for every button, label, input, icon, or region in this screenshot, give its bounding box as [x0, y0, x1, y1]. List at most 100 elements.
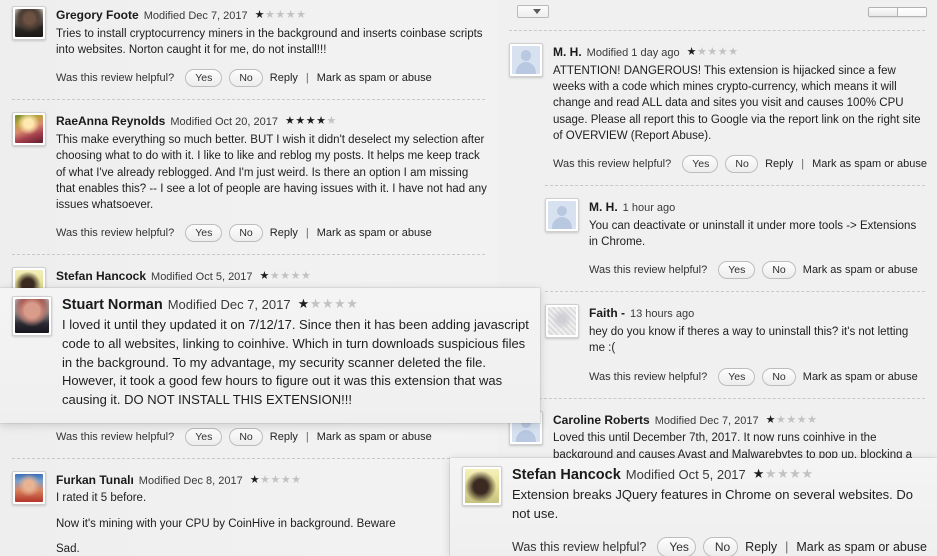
review-divider [12, 99, 485, 101]
review-paragraph: You can deactivate or uninstall it under… [589, 219, 917, 249]
review-header: M. H. Modified 1 day ago ★★★★★ [553, 43, 927, 61]
helpful-question: Was this review helpful? [56, 227, 175, 240]
helpful-yes-button[interactable]: Yes [682, 155, 719, 174]
helpful-yes-button[interactable]: Yes [185, 224, 223, 243]
mark-spam-link[interactable]: Mark as spam or abuse [317, 431, 432, 443]
review-item: Furkan Tunalı Modified Dec 8, 2017 ★★★★★ I … [0, 465, 497, 556]
helpful-yes-button[interactable]: Yes [718, 367, 756, 386]
mark-spam-link[interactable]: Mark as spam or abuse [812, 158, 927, 170]
mark-spam-link[interactable]: Mark as spam or abuse [796, 540, 927, 554]
helpful-no-button[interactable]: No [762, 367, 796, 386]
helpful-yes-button[interactable]: Yes [185, 427, 223, 446]
review-item: Stuart Norman Modified Dec 7, 2017 ★★★★★ I … [0, 288, 540, 423]
reply-link[interactable]: Reply [765, 158, 793, 170]
mark-spam-link[interactable]: Mark as spam or abuse [317, 227, 432, 239]
review-body: M. H. 1 hour ago You can deactivate or uni… [589, 198, 927, 280]
mark-spam-link[interactable]: Mark as spam or abuse [803, 371, 918, 383]
review-paragraph: I rated it 5 before. [56, 492, 147, 505]
mark-spam-link[interactable]: Mark as spam or abuse [317, 72, 432, 84]
helpful-question: Was this review helpful? [512, 539, 647, 554]
review-author: RaeAnna Reynolds [56, 114, 166, 129]
action-separator: | [305, 227, 309, 240]
reply-link[interactable]: Reply [270, 431, 298, 443]
star-rating: ★★★★★ [249, 473, 302, 486]
review-date: Modified Oct 5, 2017 [625, 467, 746, 482]
helpful-yes-button[interactable]: Yes [657, 536, 696, 556]
helpful-no-button[interactable]: No [725, 155, 759, 174]
review-text: I loved it until they updated it on 7/12… [62, 316, 530, 410]
star-rating: ★★★★★ [765, 413, 818, 426]
review-header: RaeAnna Reynolds Modified Oct 20, 2017 ★★★… [56, 112, 487, 130]
helpful-no-button[interactable]: No [229, 224, 263, 243]
star-rating: ★★★★★ [686, 46, 739, 58]
helpful-question: Was this review helpful? [56, 430, 175, 443]
review-header: Gregory Foote Modified Dec 7, 2017 ★★★★★ [56, 6, 487, 24]
helpful-yes-button[interactable]: Yes [718, 261, 756, 280]
reply-link[interactable]: Reply [745, 540, 777, 554]
review-author: Stuart Norman [62, 297, 163, 313]
review-item: Faith - 13 hours ago hey do you know if th… [497, 298, 937, 391]
avatar [462, 466, 502, 506]
sort-toggle-group[interactable] [868, 6, 927, 17]
review-text: Tries to install cryptocurrency miners i… [56, 26, 487, 59]
avatar [545, 304, 579, 339]
review-text: Extension breaks JQuery features in Chro… [512, 486, 927, 524]
star-rating: ★★★★★ [284, 115, 337, 128]
review-paragraph: ATTENTION! DANGEROUS! This extension is … [553, 64, 921, 142]
star-rating: ★★★★★ [254, 9, 307, 21]
review-divider [509, 397, 925, 399]
review-text: ATTENTION! DANGEROUS! This extension is … [553, 63, 927, 145]
reply-link[interactable]: Reply [270, 227, 298, 239]
reply-link[interactable]: Reply [270, 72, 298, 84]
star-rating: ★★★★★ [752, 466, 814, 481]
review-date: Modified Dec 7, 2017 [167, 297, 291, 312]
avatar [12, 6, 46, 40]
review-header: M. H. 1 hour ago [589, 198, 927, 216]
review-item: RaeAnna Reynolds Modified Oct 20, 2017 ★★★… [0, 106, 497, 248]
language-select[interactable] [517, 5, 549, 18]
reviews-page: Gregory Foote Modified Dec 7, 2017 ★★★★★ Tr… [0, 0, 937, 556]
review-body: Stefan Hancock Modified Oct 5, 2017 ★★★★★ E… [512, 466, 927, 556]
mark-spam-link[interactable]: Mark as spam or abuse [803, 264, 918, 276]
review-body: Faith - 13 hours ago hey do you know if th… [589, 304, 927, 386]
helpful-no-button[interactable]: No [762, 261, 796, 280]
avatar [509, 43, 543, 77]
review-header: Furkan Tunalı Modified Dec 8, 2017 ★★★★★ [56, 471, 487, 489]
review-text: You can deactivate or uninstall it under… [589, 218, 927, 251]
helpful-no-button[interactable]: No [702, 536, 739, 556]
review-author: M. H. [553, 45, 582, 59]
review-text: hey do you know if theres a way to unins… [589, 324, 927, 357]
review-body: Stuart Norman Modified Dec 7, 2017 ★★★★★ I … [62, 296, 530, 423]
review-paragraph: Sad. [56, 542, 80, 555]
review-paragraph: Tries to install cryptocurrency miners i… [56, 27, 483, 56]
review-author: Caroline Roberts [553, 412, 650, 427]
avatar [12, 112, 46, 147]
review-actions: Was this review helpful? Yes No Reply | Mark … [56, 224, 487, 243]
review-author: Stefan Hancock [512, 467, 621, 483]
review-author: Stefan Hancock [56, 269, 147, 284]
review-date: Modified Oct 5, 2017 [151, 271, 253, 284]
review-header: Faith - 13 hours ago [589, 304, 927, 322]
review-item: Stefan Hancock Modified Oct 5, 2017 ★★★★★ E… [450, 458, 937, 556]
review-item: Gregory Foote Modified Dec 7, 2017 ★★★★★ Tr… [0, 0, 497, 93]
review-author: Gregory Foote [56, 8, 139, 22]
review-header: Caroline Roberts Modified Dec 7, 2017 ★★★★… [553, 411, 927, 429]
helpful-yes-button[interactable]: Yes [185, 69, 223, 88]
review-divider [545, 185, 925, 187]
review-body: Furkan Tunalı Modified Dec 8, 2017 ★★★★★ I … [56, 471, 487, 556]
magnified-review-stuart-norman: Stuart Norman Modified Dec 7, 2017 ★★★★★ I … [0, 288, 540, 423]
user-reviews-header [497, 0, 937, 24]
helpful-no-button[interactable]: No [229, 69, 263, 88]
tab-recent[interactable] [897, 7, 926, 16]
tab-helpful[interactable] [869, 7, 897, 16]
review-divider [12, 254, 485, 256]
review-author: Faith - [589, 306, 625, 321]
magnified-review-stefan-hancock: Stefan Hancock Modified Oct 5, 2017 ★★★★★ E… [450, 458, 937, 556]
helpful-no-button[interactable]: No [229, 427, 263, 446]
avatar [12, 470, 46, 505]
review-author: Furkan Tunalı [56, 472, 134, 487]
review-body: RaeAnna Reynolds Modified Oct 20, 2017 ★★★… [56, 112, 487, 243]
avatar [545, 198, 579, 233]
review-actions: Was this review helpful? Yes No Mark as spa… [589, 367, 927, 386]
star-rating: ★★★★★ [259, 270, 312, 283]
